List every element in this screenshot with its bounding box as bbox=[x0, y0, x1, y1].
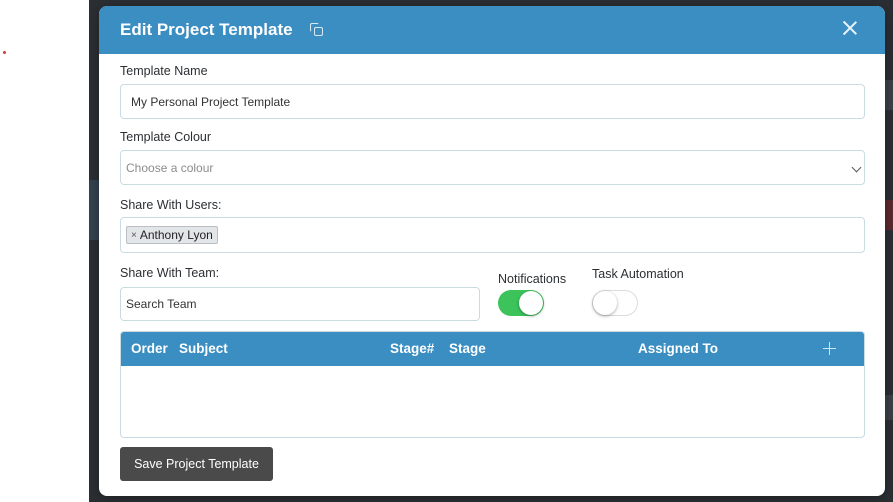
table-header: Order Subject Stage# Stage Assigned To bbox=[121, 332, 864, 366]
backdrop-row bbox=[89, 180, 99, 240]
task-automation-toggle[interactable] bbox=[592, 290, 638, 316]
modal-header: Edit Project Template bbox=[99, 6, 885, 54]
copy-icon[interactable] bbox=[309, 22, 325, 38]
template-colour-label: Template Colour bbox=[120, 130, 212, 144]
column-order: Order bbox=[131, 341, 168, 356]
column-subject: Subject bbox=[179, 341, 228, 356]
share-team-value: Search Team bbox=[126, 297, 197, 311]
backdrop-row bbox=[885, 80, 893, 110]
toggle-knob bbox=[519, 291, 543, 315]
template-name-input[interactable]: My Personal Project Template bbox=[120, 84, 865, 119]
save-project-template-button[interactable]: Save Project Template bbox=[120, 447, 273, 481]
plus-icon[interactable] bbox=[823, 342, 836, 355]
task-automation-label: Task Automation bbox=[592, 267, 684, 281]
template-name-value: My Personal Project Template bbox=[131, 94, 291, 109]
backdrop-dot bbox=[3, 51, 6, 54]
template-colour-select[interactable]: Choose a colour bbox=[120, 150, 865, 185]
remove-tag-icon[interactable]: × bbox=[131, 230, 137, 241]
table-body bbox=[121, 366, 864, 437]
share-team-label: Share With Team: bbox=[120, 266, 220, 280]
template-name-label: Template Name bbox=[120, 64, 208, 78]
backdrop-row bbox=[885, 200, 893, 230]
share-team-input[interactable]: Search Team bbox=[120, 287, 480, 321]
column-stage: Stage bbox=[449, 341, 486, 356]
column-stage-number: Stage# bbox=[390, 341, 435, 356]
backdrop-row bbox=[885, 395, 893, 420]
share-users-input[interactable]: × Anthony Lyon bbox=[120, 217, 865, 253]
column-assigned-to: Assigned To bbox=[638, 341, 719, 356]
edit-project-template-modal: Edit Project Template Template Name My P… bbox=[99, 6, 885, 496]
user-tag: × Anthony Lyon bbox=[126, 226, 218, 244]
tasks-table: Order Subject Stage# Stage Assigned To bbox=[120, 331, 865, 438]
toggle-knob bbox=[593, 291, 617, 315]
modal-title: Edit Project Template bbox=[120, 20, 293, 39]
share-users-label: Share With Users: bbox=[120, 198, 222, 212]
user-tag-label: Anthony Lyon bbox=[139, 228, 213, 242]
notifications-toggle[interactable] bbox=[498, 290, 544, 316]
template-colour-placeholder: Choose a colour bbox=[126, 160, 214, 175]
notifications-label: Notifications bbox=[498, 272, 567, 286]
chevron-down-icon bbox=[851, 162, 862, 173]
close-icon[interactable] bbox=[841, 19, 859, 37]
